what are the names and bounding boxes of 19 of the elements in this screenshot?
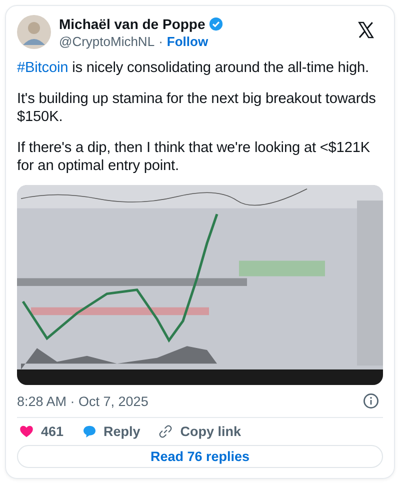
separator: · bbox=[158, 34, 163, 48]
tweet-text: If there's a dip, then I think that we're looking at <$121K for an optimal entry point. bbox=[17, 139, 371, 175]
author-handle[interactable]: @CryptoMichNL bbox=[59, 34, 155, 48]
tweet-text: It's building up stamina for the next big breakout towards $150K. bbox=[17, 90, 377, 126]
follow-link[interactable]: Follow bbox=[166, 34, 208, 48]
author-name[interactable]: Michaël van de Poppe bbox=[59, 16, 206, 32]
heart-icon bbox=[19, 424, 34, 439]
timestamp[interactable]: 8:28 AM · Oct 7, 2025 bbox=[17, 394, 148, 408]
x-logo-icon[interactable] bbox=[357, 21, 375, 39]
hashtag-link[interactable]: #Bitcoin bbox=[17, 60, 68, 76]
tweet-text: #Bitcoin is nicely consolidating around the all-time high. bbox=[17, 59, 370, 77]
info-icon[interactable] bbox=[363, 393, 379, 409]
reply-button[interactable]: Reply bbox=[82, 424, 140, 439]
avatar[interactable] bbox=[17, 15, 51, 49]
copy-button[interactable]: Copy link bbox=[158, 424, 242, 439]
like-button[interactable]: 461 bbox=[19, 424, 64, 439]
speech-bubble-icon bbox=[82, 424, 97, 439]
link-icon bbox=[158, 424, 174, 439]
read-replies-button[interactable]: Read 76 replies bbox=[17, 445, 383, 468]
